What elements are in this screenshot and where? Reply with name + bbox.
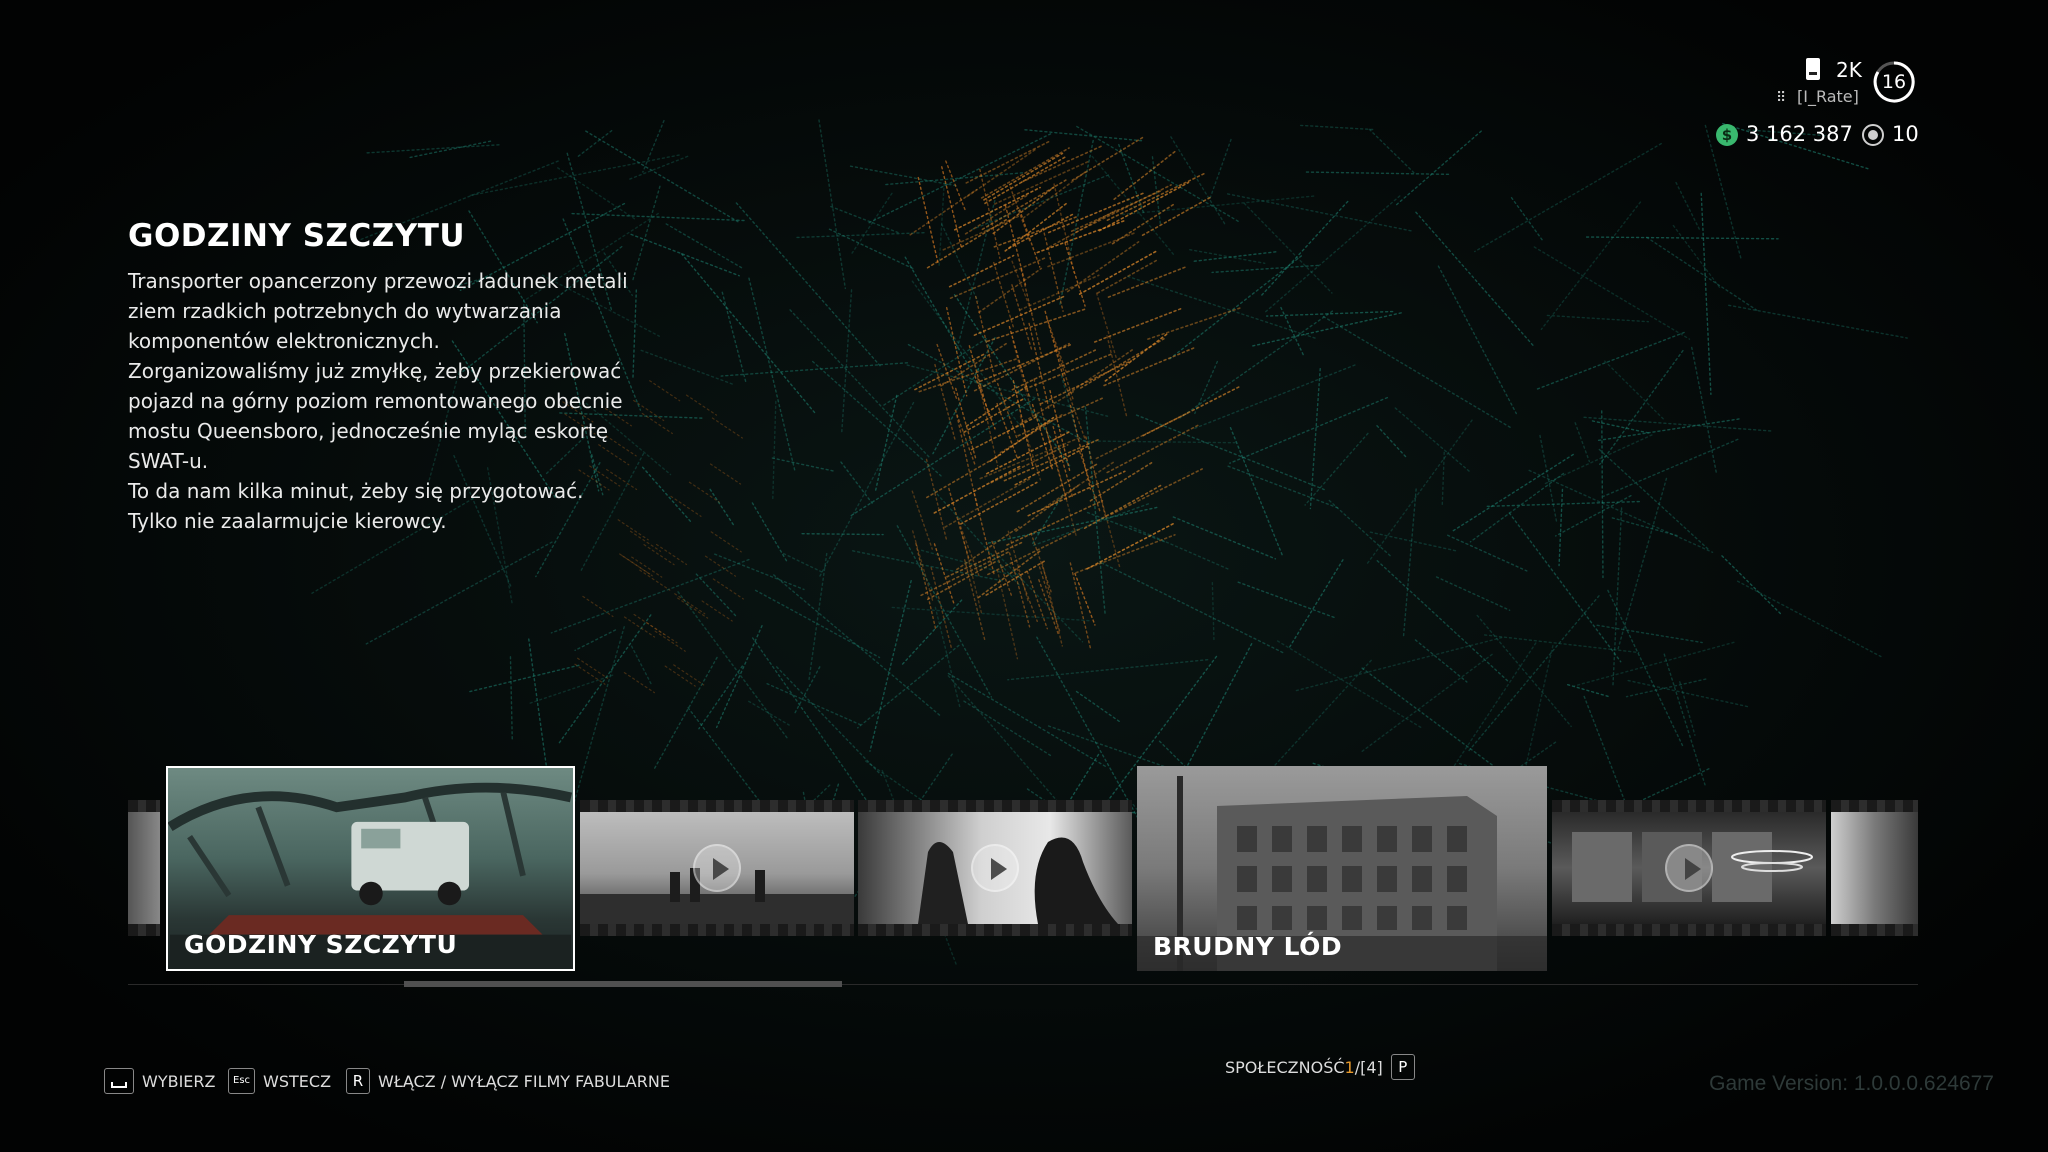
carousel-card-cutscene[interactable] (1552, 800, 1826, 936)
community-filter[interactable]: SPOŁECZNOŚĆ1/[4] P (1225, 1054, 1415, 1080)
play-icon (693, 844, 741, 892)
community-current: 1 (1344, 1057, 1355, 1077)
hint-back[interactable]: Esc WSTECZ (228, 1068, 331, 1094)
player-icon (1806, 58, 1820, 80)
p-key-icon: P (1390, 1054, 1415, 1080)
carousel-card-partial-left[interactable] (128, 800, 160, 936)
hint-select[interactable]: WYBIERZ (104, 1068, 215, 1094)
desc-line: mostu Queensboro, jednocześnie myląc esk… (128, 419, 609, 443)
player-level: 16 (1881, 71, 1907, 93)
mission-carousel[interactable]: GODZINY SZCZYTU BRUDNY LÓD (0, 760, 2048, 990)
community-total: [4] (1360, 1057, 1383, 1077)
carousel-card-selected[interactable]: GODZINY SZCZYTU (166, 766, 575, 971)
esc-key-icon: Esc (228, 1068, 256, 1094)
desc-line: ziem rzadkich potrzebnych do wytwarzania (128, 299, 562, 323)
mission-title: GODZINY SZCZYTU (128, 218, 466, 254)
carousel-card-cutscene[interactable] (580, 800, 854, 936)
toggle-films-label: WŁĄCZ / WYŁĄCZ FILMY FABULARNE (378, 1071, 670, 1091)
r-key-icon: R (346, 1068, 370, 1094)
carousel-track (128, 984, 1918, 985)
token-icon (1862, 124, 1884, 146)
game-version: Game Version: 1.0.0.0.624677 (1709, 1072, 1994, 1095)
desc-line: Transporter opancerzony przewozi ładunek… (128, 269, 628, 293)
desc-line: Tylko nie zaalarmujcie kierowcy. (128, 509, 447, 533)
space-key-icon (104, 1068, 134, 1094)
select-label: WYBIERZ (142, 1071, 216, 1091)
carousel-card-label: GODZINY SZCZYTU (184, 930, 458, 959)
desc-line: To da nam kilka minut, żeby się przygoto… (128, 479, 584, 503)
carousel-scrollbar-thumb[interactable] (404, 981, 842, 987)
token-value: 10 (1892, 122, 1919, 146)
desc-line: Zorganizowaliśmy już zmyłkę, żeby przeki… (128, 359, 622, 383)
play-icon (971, 844, 1019, 892)
hint-toggle-films[interactable]: R WŁĄCZ / WYŁĄCZ FILMY FABULARNE (346, 1068, 670, 1094)
play-icon (1665, 844, 1713, 892)
back-label: WSTECZ (263, 1071, 332, 1091)
desc-line: pojazd na górny poziom remontowanego obe… (128, 389, 623, 413)
crew-name: [I_Rate] (1797, 87, 1859, 106)
money-icon: $ (1716, 124, 1738, 146)
carousel-card-partial-right[interactable] (1831, 800, 1918, 936)
carousel-card-cutscene[interactable] (858, 800, 1132, 936)
money-value: 3 162 387 (1746, 122, 1853, 146)
community-label: SPOŁECZNOŚĆ1/[4] (1225, 1057, 1383, 1077)
player-name: 2K (1836, 58, 1862, 82)
desc-line: SWAT-u. (128, 449, 209, 473)
crew-group-icon: ⠿ (1776, 90, 1786, 106)
desc-line: komponentów elektronicznych. (128, 329, 440, 353)
carousel-card-mission[interactable]: BRUDNY LÓD (1137, 766, 1547, 971)
mission-description: Transporter opancerzony przewozi ładunek… (128, 266, 688, 536)
carousel-card-label: BRUDNY LÓD (1153, 932, 1343, 961)
